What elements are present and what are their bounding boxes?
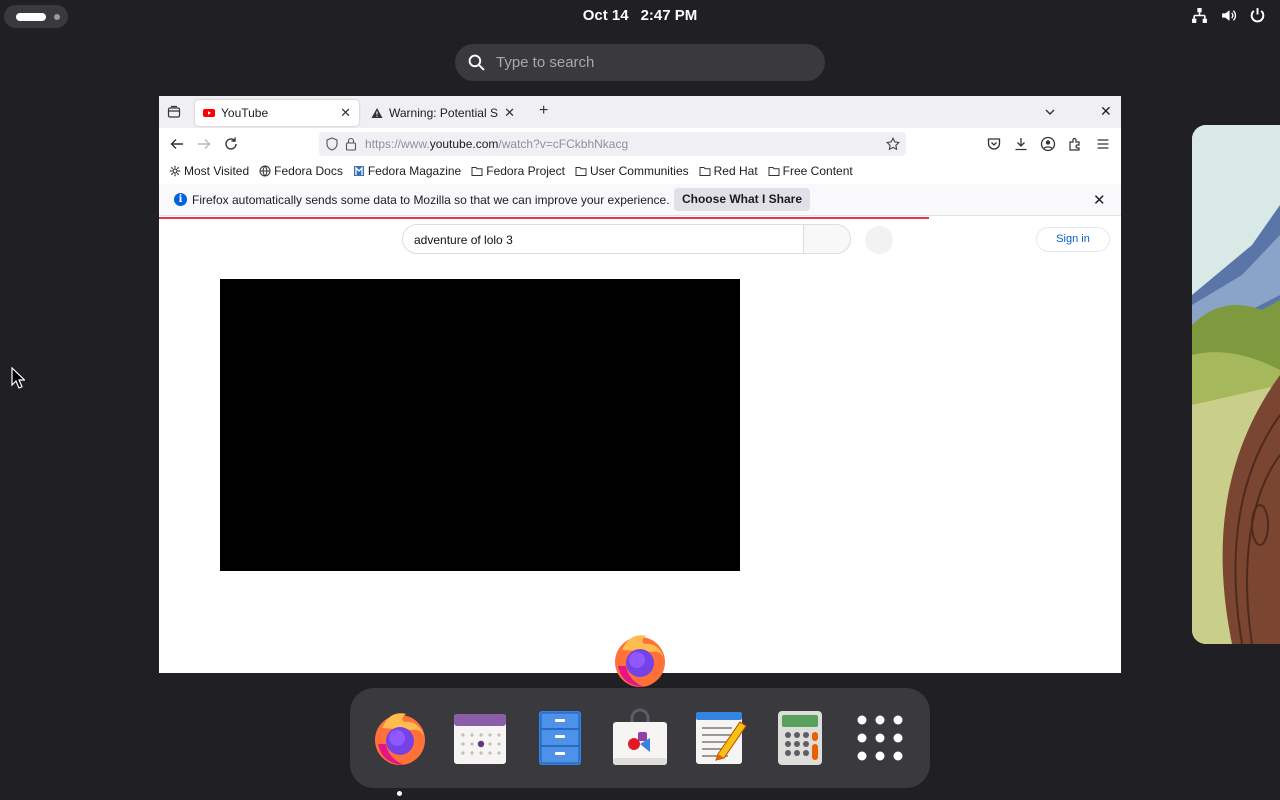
bookmark-star-icon[interactable] (886, 137, 900, 151)
workspace-indicator (54, 14, 60, 20)
bookmark-user-communities[interactable]: User Communities (575, 164, 689, 178)
software-store-icon (613, 708, 667, 765)
folder-icon (699, 167, 711, 176)
workspace-indicator-active (16, 13, 46, 21)
globe-icon (259, 165, 271, 177)
lock-icon[interactable] (344, 137, 358, 151)
bookmark-label: Free Content (782, 164, 853, 178)
url-prefix: https://www. (365, 137, 430, 151)
tracking-protection-icon[interactable] (325, 137, 339, 151)
bookmarks-toolbar: Most Visited Fedora Docs Fedora Magazine… (159, 160, 1121, 182)
tab-bar: YouTube ✕ Warning: Potential Secu ✕ + ✕ (159, 96, 1121, 128)
dock-firefox[interactable] (370, 708, 430, 796)
running-indicator (397, 791, 402, 796)
clock-date: Oct 14 (582, 7, 629, 24)
activities-button[interactable] (4, 5, 68, 28)
window-close-button[interactable]: ✕ (1100, 103, 1112, 120)
power-icon[interactable] (1249, 7, 1266, 24)
extensions-icon[interactable] (1067, 136, 1083, 152)
text-editor-icon (696, 712, 747, 764)
new-tab-button[interactable]: + (539, 102, 548, 120)
volume-icon[interactable] (1220, 7, 1237, 24)
chevron-down-icon[interactable] (1043, 105, 1057, 119)
url-text: https://www.youtube.com/watch?v=cFCkbhNk… (365, 137, 628, 151)
gear-icon (169, 165, 181, 177)
video-player[interactable] (220, 279, 740, 571)
bookmark-fedora-docs[interactable]: Fedora Docs (259, 164, 343, 178)
search-icon (468, 54, 485, 71)
workspace-wallpaper-preview[interactable] (1192, 125, 1280, 644)
tab-title: YouTube (221, 106, 269, 120)
firefox-drag-icon (615, 635, 665, 687)
data-collection-notification: i Firefox automatically sends some data … (159, 184, 1121, 216)
youtube-search-button[interactable] (803, 224, 851, 254)
clock[interactable]: Oct 14 2:47 PM (560, 7, 720, 24)
network-icon[interactable] (1191, 7, 1208, 24)
bookmark-fedora-project[interactable]: Fedora Project (471, 164, 565, 178)
page-load-progress (159, 217, 929, 219)
app-grid-icon (857, 715, 903, 761)
youtube-search-input[interactable]: adventure of lolo 3 (402, 224, 804, 254)
dock-files[interactable] (530, 708, 590, 768)
bookmark-red-hat[interactable]: Red Hat (699, 164, 758, 178)
tab-warning[interactable]: Warning: Potential Secu ✕ (363, 100, 523, 126)
firefox-window[interactable]: YouTube ✕ Warning: Potential Secu ✕ + ✕ … (159, 96, 1121, 673)
overview-search[interactable]: Type to search (455, 44, 825, 81)
dock-software[interactable] (610, 708, 670, 768)
choose-what-i-share-button[interactable]: Choose What I Share (674, 188, 810, 211)
close-icon[interactable]: ✕ (1093, 191, 1106, 209)
folder-icon (471, 167, 483, 176)
bookmark-label: User Communities (589, 164, 689, 178)
nav-bar: https://www.youtube.com/watch?v=cFCkbhNk… (159, 128, 1121, 160)
hamburger-menu-icon[interactable] (1095, 136, 1111, 152)
clock-time: 2:47 PM (640, 7, 698, 24)
bookmark-label: Fedora Docs (274, 164, 343, 178)
files-icon (539, 711, 581, 765)
info-icon: i (174, 193, 187, 206)
url-bar[interactable]: https://www.youtube.com/watch?v=cFCkbhNk… (319, 132, 906, 156)
bookmark-label: Red Hat (713, 164, 758, 178)
folder-icon (768, 167, 780, 176)
folder-icon (575, 167, 587, 176)
dock-text-editor[interactable] (690, 708, 750, 768)
forward-icon[interactable] (196, 136, 212, 152)
calculator-icon (778, 711, 822, 765)
system-menu[interactable] (1191, 7, 1266, 24)
url-domain: youtube.com (429, 137, 499, 151)
top-bar: Oct 14 2:47 PM (0, 0, 1280, 32)
notification-message: Firefox automatically sends some data to… (192, 193, 670, 207)
close-tab-icon[interactable]: ✕ (340, 105, 351, 121)
mouse-cursor-icon (11, 367, 25, 389)
url-path: /watch?v=cFCkbhNkacg (498, 137, 629, 151)
tab-title: Warning: Potential Secu (389, 106, 498, 120)
tab-youtube[interactable]: YouTube ✕ (195, 100, 359, 126)
bookmark-fedora-magazine[interactable]: Fedora Magazine (353, 164, 461, 178)
warning-icon (371, 108, 383, 118)
downloads-icon[interactable] (1013, 136, 1029, 152)
firefox-view-icon[interactable] (167, 105, 181, 119)
dock-calculator[interactable] (770, 708, 830, 768)
close-tab-icon[interactable]: ✕ (504, 105, 515, 121)
voice-search-button[interactable] (865, 226, 893, 254)
calendar-icon (454, 714, 506, 764)
sign-in-button[interactable]: Sign in (1036, 227, 1110, 252)
dock-calendar[interactable] (450, 708, 510, 768)
pocket-icon[interactable] (986, 136, 1002, 152)
bookmark-free-content[interactable]: Free Content (768, 164, 853, 178)
bookmark-label: Fedora Magazine (367, 164, 462, 178)
firefox-icon (375, 713, 425, 765)
reload-icon[interactable] (223, 136, 239, 152)
search-placeholder: Type to search (496, 54, 595, 71)
bookmark-label: Fedora Project (486, 164, 565, 178)
wallpaper-illustration (1192, 125, 1280, 644)
dock-show-apps[interactable] (850, 708, 910, 768)
youtube-favicon-icon (203, 109, 215, 117)
bookmark-label: Most Visited (184, 164, 250, 178)
bookmark-most-visited[interactable]: Most Visited (169, 164, 249, 178)
account-icon[interactable] (1040, 136, 1056, 152)
back-icon[interactable] (169, 136, 185, 152)
dash-dock (350, 688, 930, 796)
fedora-magazine-icon (353, 166, 364, 176)
